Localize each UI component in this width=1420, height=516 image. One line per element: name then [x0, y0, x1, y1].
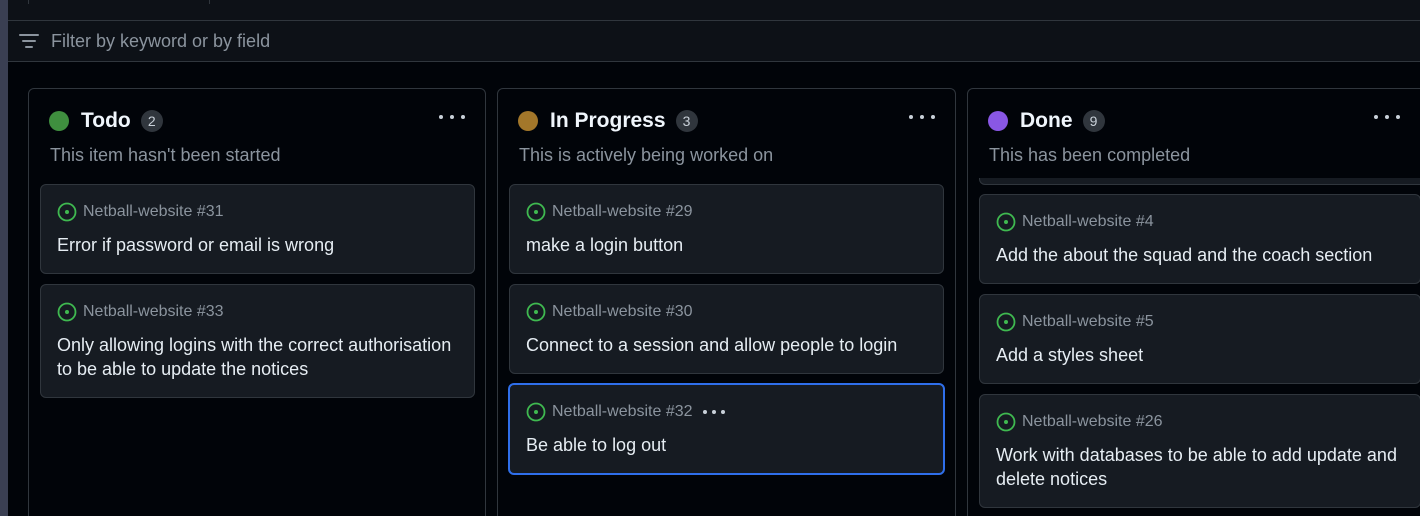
card-meta: Netball-website #29	[526, 202, 693, 222]
card-meta: Netball-website #31	[57, 202, 224, 222]
issue-open-icon	[996, 212, 1016, 232]
issue-open-icon	[996, 312, 1016, 332]
count-badge: 2	[140, 110, 163, 132]
filter-input[interactable]	[49, 29, 653, 53]
issue-title[interactable]: Work with databases to be able to add up…	[996, 443, 1406, 491]
issue-title[interactable]: Error if password or email is wrong	[57, 233, 460, 257]
count-badge: 3	[675, 110, 698, 132]
column-in-progress: In Progress 3 This is actively being wor…	[497, 88, 956, 516]
status-dot-icon	[518, 111, 538, 131]
column-title: In Progress	[550, 109, 666, 132]
issue-card[interactable]: Netball-website #4 Add the about the squ…	[979, 194, 1420, 284]
issue-title[interactable]: Add a styles sheet	[996, 343, 1406, 367]
card-meta: Netball-website #32	[526, 402, 725, 422]
issue-title[interactable]: Be able to log out	[526, 433, 929, 457]
column-more-icon[interactable]	[1374, 109, 1400, 125]
column-description: This is actively being worked on	[519, 145, 774, 165]
issue-ref[interactable]: Netball-website #29	[552, 203, 693, 221]
project-board: Todo 2 This item hasn't been started Net…	[0, 0, 1420, 516]
issue-card[interactable]: Netball-website #33 Only allowing logins…	[40, 284, 475, 398]
card-meta: Netball-website #30	[526, 302, 693, 322]
active-view-tab[interactable]	[28, 0, 210, 4]
issue-title[interactable]: Only allowing logins with the correct au…	[57, 333, 460, 381]
issue-ref[interactable]: Netball-website #31	[83, 203, 224, 221]
column-header: In Progress 3	[518, 109, 698, 133]
issue-ref[interactable]: Netball-website #32	[552, 403, 693, 421]
issue-card-selected[interactable]: Netball-website #32 Be able to log out	[508, 383, 945, 475]
issue-ref[interactable]: Netball-website #4	[1022, 213, 1154, 231]
status-dot-icon	[49, 111, 69, 131]
issue-title[interactable]: Connect to a session and allow people to…	[526, 333, 929, 357]
column-done: Done 9 This has been completed Netball-w…	[967, 88, 1420, 516]
filter-bar	[8, 21, 1420, 62]
issue-open-icon	[996, 412, 1016, 432]
column-title: Done	[1020, 109, 1073, 132]
filter-icon[interactable]	[19, 33, 39, 49]
issue-ref[interactable]: Netball-website #30	[552, 303, 693, 321]
column-header: Done 9	[988, 109, 1105, 133]
issue-card[interactable]: Netball-website #30 Connect to a session…	[509, 284, 944, 374]
issue-open-icon	[526, 202, 546, 222]
column-description: This has been completed	[989, 145, 1191, 165]
issue-card[interactable]: Netball-website #29 make a login button	[509, 184, 944, 274]
column-header: Todo 2	[49, 109, 163, 133]
issue-open-icon	[526, 302, 546, 322]
column-title: Todo	[81, 109, 131, 132]
column-description: This item hasn't been started	[50, 145, 281, 165]
issue-ref[interactable]: Netball-website #5	[1022, 313, 1154, 331]
card-meta: Netball-website #33	[57, 302, 224, 322]
card-meta: Netball-website #26	[996, 412, 1163, 432]
card-meta: Netball-website #5	[996, 312, 1154, 332]
issue-open-icon	[57, 302, 77, 322]
issue-card[interactable]: Netball-website #31 Error if password or…	[40, 184, 475, 274]
card-meta: Netball-website #4	[996, 212, 1154, 232]
status-dot-icon	[988, 111, 1008, 131]
column-more-icon[interactable]	[909, 109, 935, 125]
view-tabbar	[8, 0, 1420, 21]
issue-title[interactable]: make a login button	[526, 233, 929, 257]
column-more-icon[interactable]	[439, 109, 465, 125]
issue-ref[interactable]: Netball-website #33	[83, 303, 224, 321]
window-edge	[0, 0, 8, 516]
column-todo: Todo 2 This item hasn't been started Net…	[28, 88, 486, 516]
scrolled-card-edge	[979, 178, 1420, 185]
issue-open-icon	[57, 202, 77, 222]
issue-card[interactable]: Netball-website #5 Add a styles sheet	[979, 294, 1420, 384]
count-badge: 9	[1082, 110, 1105, 132]
card-more-icon[interactable]	[702, 407, 725, 417]
issue-open-icon	[526, 402, 546, 422]
issue-card[interactable]: Netball-website #26 Work with databases …	[979, 394, 1420, 508]
issue-ref[interactable]: Netball-website #26	[1022, 413, 1163, 431]
issue-title[interactable]: Add the about the squad and the coach se…	[996, 243, 1406, 267]
